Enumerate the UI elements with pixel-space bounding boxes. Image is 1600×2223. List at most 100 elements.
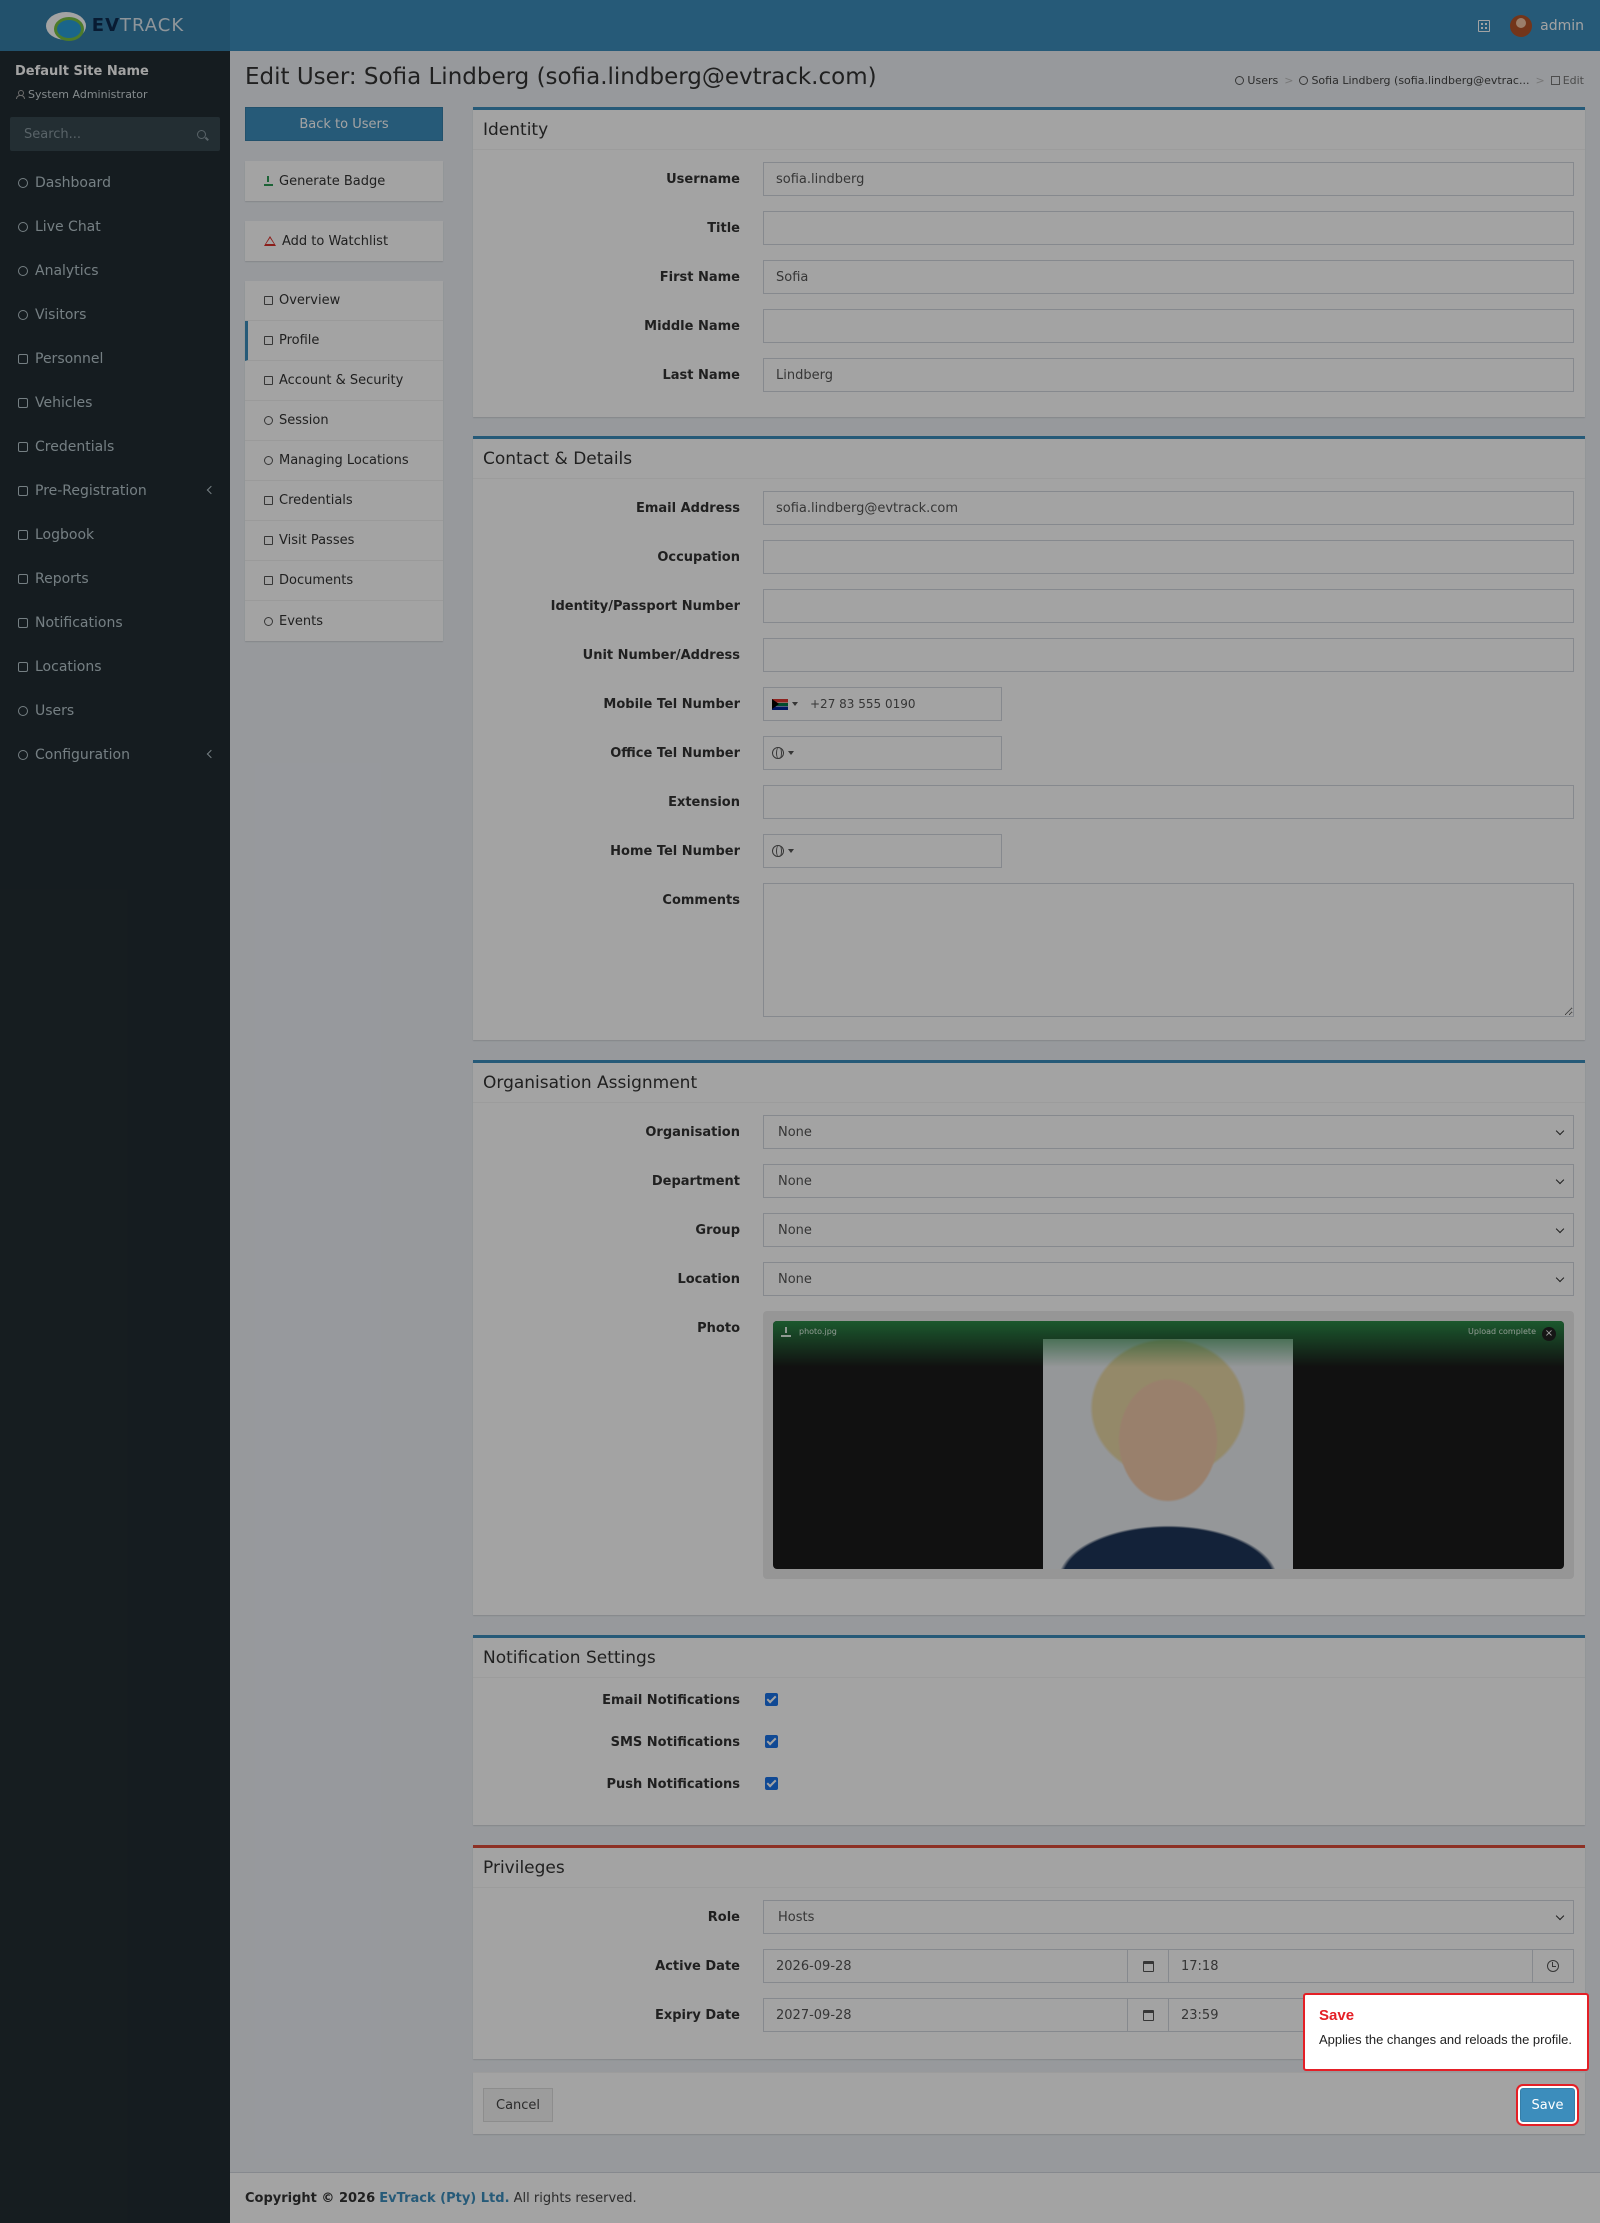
globe-icon[interactable] (772, 845, 784, 857)
copyright-text: Copyright © 2026 (245, 2190, 376, 2206)
sidebar-item-configuration[interactable]: Configuration (0, 733, 230, 777)
user-menu[interactable]: admin (1510, 14, 1584, 37)
location-select[interactable]: None (763, 1262, 1574, 1296)
active-date-picker-button[interactable] (1127, 1949, 1169, 1983)
menu-item-overview[interactable]: Overview (245, 281, 443, 321)
location-row: Location None (473, 1262, 1585, 1296)
menu-item-documents[interactable]: Documents (245, 561, 443, 601)
company-link[interactable]: EvTrack (Pty) Ltd. (379, 2191, 509, 2206)
remove-photo-button[interactable]: × (1542, 1327, 1556, 1341)
organisation-select[interactable]: None (763, 1115, 1574, 1149)
organisation-box: Organisation Assignment Organisation Non… (473, 1060, 1585, 1615)
expiry-date-picker-button[interactable] (1127, 1998, 1169, 2032)
sidebar-item-personnel[interactable]: Personnel (0, 337, 230, 381)
group-select[interactable]: None (763, 1213, 1574, 1247)
warning-icon (264, 236, 276, 246)
sms-notifications-checkbox[interactable] (765, 1735, 778, 1748)
active-time-field[interactable]: 17:18 (1168, 1949, 1533, 1983)
menu-item-visit-passes[interactable]: Visit Passes (245, 521, 443, 561)
menu-item-events[interactable]: Events (245, 601, 443, 641)
mobile-label: Mobile Tel Number (603, 696, 740, 712)
unit-field[interactable] (763, 638, 1574, 672)
photo-upload[interactable]: photo.jpg Upload complete × (763, 1311, 1574, 1579)
home-tel-field[interactable] (763, 834, 1002, 868)
sidebar-item-reports[interactable]: Reports (0, 557, 230, 601)
sidebar-item-pre-registration[interactable]: Pre-Registration (0, 469, 230, 513)
add-to-watchlist-button[interactable]: Add to Watchlist (245, 221, 443, 261)
username-row: Username (473, 162, 1585, 196)
email-field[interactable] (763, 491, 1574, 525)
back-to-users-button[interactable]: Back to Users (245, 107, 443, 141)
comments-label: Comments (662, 892, 740, 908)
breadcrumb-users[interactable]: Users (1235, 74, 1278, 87)
sidebar-item-live-chat[interactable]: Live Chat (0, 205, 230, 249)
role-select[interactable]: Hosts (763, 1900, 1574, 1934)
menu-item-credentials[interactable]: Credentials (245, 481, 443, 521)
contact-details-title: Contact & Details (473, 439, 1585, 479)
menu-item-account-security[interactable]: Account & Security (245, 361, 443, 401)
sidebar-item-dashboard[interactable]: Dashboard (0, 161, 230, 205)
office-tel-field[interactable] (763, 736, 1002, 770)
logo-text-track: TRACK (120, 15, 185, 36)
sidebar-item-locations[interactable]: Locations (0, 645, 230, 689)
id-number-row: Identity/Passport Number (473, 589, 1585, 623)
expiry-date-field[interactable]: 2027-09-28 (763, 1998, 1128, 2032)
south-africa-flag-icon[interactable] (772, 698, 788, 710)
sidebar-item-label: Analytics (35, 263, 99, 279)
username-field[interactable] (763, 162, 1574, 196)
first-name-field[interactable] (763, 260, 1574, 294)
search-input[interactable] (24, 126, 184, 142)
caret-down-icon (792, 702, 798, 706)
username-label: admin (1540, 17, 1584, 34)
sidebar-item-visitors[interactable]: Visitors (0, 293, 230, 337)
calendar-icon (1142, 2009, 1154, 2021)
page-title: Edit User: Sofia Lindberg (sofia.lindber… (245, 64, 877, 90)
sidebar-item-notifications[interactable]: Notifications (0, 601, 230, 645)
save-button[interactable]: Save (1520, 2088, 1575, 2122)
expiry-date-label: Expiry Date (654, 2007, 740, 2023)
breadcrumb-user[interactable]: Sofia Lindberg (sofia.lindberg@evtrac... (1299, 74, 1529, 87)
occupation-row: Occupation (473, 540, 1585, 574)
group-value: None (778, 1222, 812, 1238)
active-date-field[interactable]: 2026-09-28 (763, 1949, 1128, 1983)
menu-item-session[interactable]: Session (245, 401, 443, 441)
menu-item-managing-locations[interactable]: Managing Locations (245, 441, 443, 481)
middle-name-field[interactable] (763, 309, 1574, 343)
last-name-field[interactable] (763, 358, 1574, 392)
sidebar-item-credentials[interactable]: Credentials (0, 425, 230, 469)
menu-item-label: Profile (279, 333, 320, 348)
push-notifications-row: Push Notifications (473, 1774, 1585, 1794)
menu-item-label: Credentials (279, 493, 353, 508)
sidebar: Default Site Name System Administrator D… (0, 51, 230, 2223)
app-logo[interactable]: EVTRACK (0, 0, 230, 51)
middle-name-row: Middle Name (473, 309, 1585, 343)
email-row: Email Address (473, 491, 1585, 525)
download-icon[interactable] (781, 1327, 791, 1337)
id-number-field[interactable] (763, 589, 1574, 623)
sidebar-item-users[interactable]: Users (0, 689, 230, 733)
title-field[interactable] (763, 211, 1574, 245)
building-icon[interactable] (1478, 19, 1491, 32)
id-card-icon (264, 496, 273, 505)
sidebar-item-label: Locations (35, 659, 102, 675)
push-notifications-checkbox[interactable] (765, 1777, 778, 1790)
department-select[interactable]: None (763, 1164, 1574, 1198)
mobile-tel-field[interactable]: +27 83 555 0190 (763, 687, 1002, 721)
email-notifications-checkbox[interactable] (765, 1693, 778, 1706)
globe-icon[interactable] (772, 747, 784, 759)
active-time-picker-button[interactable] (1532, 1949, 1574, 1983)
sidebar-item-vehicles[interactable]: Vehicles (0, 381, 230, 425)
menu-item-profile[interactable]: Profile (245, 321, 443, 361)
search-icon[interactable] (197, 129, 206, 139)
sidebar-item-logbook[interactable]: Logbook (0, 513, 230, 557)
cancel-button[interactable]: Cancel (483, 2088, 554, 2122)
comments-field[interactable] (763, 883, 1574, 1017)
gear-icon (18, 750, 28, 760)
sidebar-item-analytics[interactable]: Analytics (0, 249, 230, 293)
extension-field[interactable] (763, 785, 1574, 819)
privileges-title: Privileges (473, 1848, 1585, 1888)
generate-badge-label: Generate Badge (279, 173, 386, 189)
personnel-icon (18, 354, 28, 364)
occupation-field[interactable] (763, 540, 1574, 574)
generate-badge-button[interactable]: Generate Badge (245, 161, 443, 201)
